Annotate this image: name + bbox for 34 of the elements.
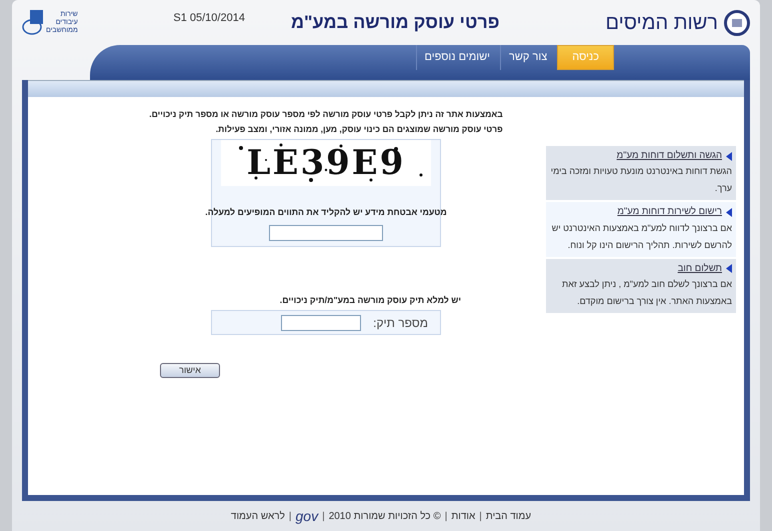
sidebar-link[interactable]: הגשה ותשלום דוחות מע"מ [616,149,722,164]
globe-icon [22,8,44,36]
intro-text: פרטי עוסק מורשה שמוצגים הם כינוי עוסק, מען, ממונה אזורי, ומצב פעילות. [216,123,503,136]
captcha-image: LE39E9 [221,140,431,186]
gov-logo[interactable]: gov [296,506,318,526]
arrow-icon [726,264,732,274]
submit-button[interactable]: אישור [160,363,220,378]
nav-tab[interactable]: ישומים נוספים [416,45,498,70]
sidebar-link[interactable]: תשלום חוב [678,262,722,276]
separator: | [288,510,292,524]
file-number-heading: יש למלא תיק עוסק מורשה במע"מ/תיק ניכויים. [280,294,462,307]
sidebar-text: אם ברצונך לשלם חוב למע"מ , ניתן לבצע זאת באמצעות האתר. אין צורך ברישום מוקדם. [561,278,732,308]
arrow-icon [726,152,732,161]
separator: | [479,510,482,524]
footer-link[interactable]: לראש העמוד [230,508,285,524]
emblem-icon [724,10,750,36]
copyright-text: © כל הזכויות שמורות 2010 [328,510,441,524]
captcha-instruction: מטעמי אבטחת מידע יש להקליד את התווים המופיעים למעלה. [205,206,447,219]
page-title: פרטי עוסק מורשה במע"מ [290,11,500,34]
footer-link[interactable]: עמוד הבית [486,508,532,524]
file-number-label: מספר תיק: [373,314,428,332]
date-text: S1 05/10/2014 [173,11,245,26]
arrow-icon [726,208,732,217]
captcha-input[interactable] [269,225,383,242]
nav-tab[interactable]: צור קשר [500,45,556,70]
separator: | [444,510,448,524]
separator: | [322,510,325,524]
footer-link[interactable]: אודות [451,508,476,524]
site-name: רשות המיסים [605,10,718,36]
intro-text: באמצעות אתר זה ניתן לקבל פרטי עוסק מורשה לפי מספר עוסק מורשה או מספר תיק ניכויים. [149,108,503,121]
sidebar-text: הגשת דוחות באינטרנט מונעת טעויות ומזכה בימי ערך. [550,165,732,196]
sidebar-text: אם ברצונך לדווח למע"מ באמצעות האינטרנט יש להרשם לשירות. תהליך הרישום הינו קל ונוח. [550,222,732,252]
file-number-input[interactable] [281,314,362,331]
sidebar-link[interactable]: רישום לשירות דוחות מע"מ [617,205,722,220]
